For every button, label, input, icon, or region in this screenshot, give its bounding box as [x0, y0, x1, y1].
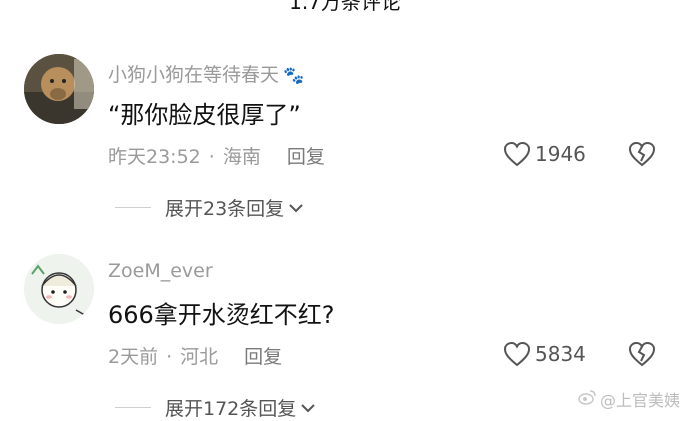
comment-meta: 昨天23:52 · 海南 回复	[108, 142, 325, 169]
like-count: 5834	[535, 342, 586, 366]
paw-icon: 🐾	[283, 66, 305, 86]
heart-icon	[503, 141, 531, 167]
avatar[interactable]	[24, 54, 94, 124]
like-count: 1946	[535, 142, 586, 166]
watermark-text: @上官美姨	[599, 391, 680, 410]
weibo-logo-icon	[578, 389, 596, 409]
comment-location: 海南	[222, 146, 261, 168]
reply-button[interactable]: 回复	[244, 346, 282, 368]
expand-replies-label[interactable]: 展开23条回复	[165, 194, 284, 221]
broken-heart-icon	[628, 141, 656, 167]
comment-meta: 2天前 · 河北 回复	[108, 342, 282, 369]
chevron-down-icon	[301, 403, 315, 412]
comment-text: 666拿开水烫红不红?	[108, 301, 335, 329]
avatar[interactable]	[24, 254, 94, 324]
meta-separator: ·	[166, 346, 173, 368]
dislike-button[interactable]	[627, 141, 657, 171]
reply-button[interactable]: 回复	[287, 146, 325, 168]
watermark: @上官美姨	[578, 387, 680, 411]
like-button[interactable]: 5834	[503, 341, 586, 367]
comment-time: 2天前	[108, 346, 159, 368]
comment-username[interactable]: ZoeM_ever	[108, 260, 213, 282]
expand-divider-line	[115, 407, 151, 408]
comment-time: 昨天23:52	[108, 146, 201, 168]
dislike-button[interactable]	[627, 341, 657, 371]
comment-location: 河北	[180, 346, 219, 368]
comment-username[interactable]: 小狗小狗在等待春天 🐾	[108, 60, 304, 87]
expand-divider-line	[115, 207, 151, 208]
username-text[interactable]: 小狗小狗在等待春天	[108, 64, 279, 86]
comments-count-title: 1.7万条评论	[289, 0, 401, 14]
expand-replies-button[interactable]: 展开23条回复	[115, 194, 304, 221]
comment-text: “那你脸皮很厚了”	[108, 101, 301, 129]
chevron-down-icon	[289, 203, 303, 212]
like-button[interactable]: 1946	[503, 141, 586, 167]
heart-icon	[503, 341, 531, 367]
broken-heart-icon	[628, 341, 656, 367]
meta-separator: ·	[208, 146, 215, 168]
